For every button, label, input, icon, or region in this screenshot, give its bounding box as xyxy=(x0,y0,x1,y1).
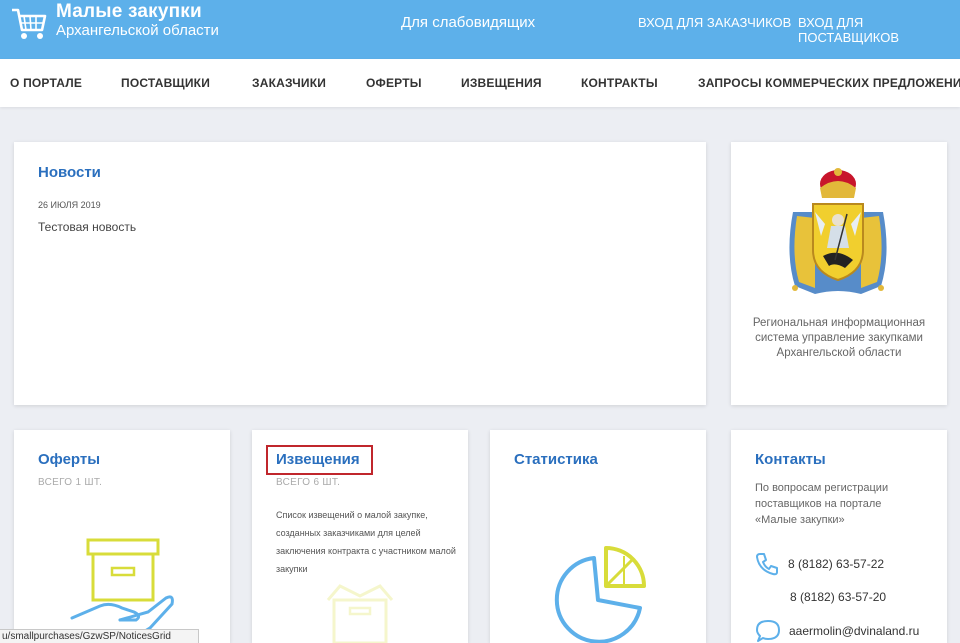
phone-number-2[interactable]: 8 (8182) 63-57-20 xyxy=(790,590,886,604)
nav-item-contracts[interactable]: КОНТРАКТЫ xyxy=(581,76,658,90)
nav-item-about[interactable]: О ПОРТАЛЕ xyxy=(10,76,82,90)
accessibility-link[interactable]: Для слабовидящих xyxy=(401,14,535,31)
supplier-login-link[interactable]: ВХОД ДЛЯ ПОСТАВЩИКОВ xyxy=(798,15,960,45)
customer-login-link[interactable]: ВХОД ДЛЯ ЗАКАЗЧИКОВ xyxy=(638,15,791,30)
offers-title[interactable]: Оферты xyxy=(38,451,100,468)
notices-count: ВСЕГО 6 ШТ. xyxy=(276,477,341,488)
notices-description: Список извещений о малой закупке, создан… xyxy=(276,510,456,574)
contacts-title[interactable]: Контакты xyxy=(755,451,826,468)
main-nav: О ПОРТАЛЕ ПОСТАВЩИКИ ЗАКАЗЧИКИ ОФЕРТЫ ИЗ… xyxy=(0,59,960,107)
news-title[interactable]: Новости xyxy=(38,164,101,181)
shopping-cart-icon[interactable] xyxy=(10,4,48,42)
notices-title[interactable]: Извещения xyxy=(276,451,360,468)
contacts-card: Контакты По вопросам регистрации поставщ… xyxy=(731,430,947,643)
news-card: Новости 26 ИЮЛЯ 2019 Тестовая новость xyxy=(14,142,706,405)
statistics-title[interactable]: Статистика xyxy=(514,451,598,468)
news-date: 26 ИЮЛЯ 2019 xyxy=(38,200,101,210)
offers-count: ВСЕГО 1 ШТ. xyxy=(38,477,103,488)
nav-item-notices[interactable]: ИЗВЕЩЕНИЯ xyxy=(461,76,542,90)
contacts-description: По вопросам регистрации поставщиков на п… xyxy=(755,482,889,526)
site-subtitle[interactable]: Архангельской области xyxy=(56,22,219,39)
phone-icon xyxy=(756,553,778,576)
browser-status-url: u/smallpurchases/GzwSP/NoticesGrid xyxy=(0,629,199,643)
notices-card[interactable]: Извещения ВСЕГО 6 ШТ. Список извещений о… xyxy=(252,430,468,643)
open-box-icon xyxy=(326,584,394,643)
phone-number-1[interactable]: 8 (8182) 63-57-22 xyxy=(788,557,884,571)
coat-of-arms-emblem xyxy=(789,168,887,294)
pie-chart-icon xyxy=(554,546,646,643)
news-item-link[interactable]: Тестовая новость xyxy=(38,220,136,234)
region-description: Региональная информационная система упра… xyxy=(752,317,926,359)
site-title[interactable]: Малые закупки xyxy=(56,1,202,23)
chat-bubble-icon xyxy=(756,620,780,642)
box-in-hand-icon xyxy=(70,538,174,636)
nav-item-suppliers[interactable]: ПОСТАВЩИКИ xyxy=(121,76,210,90)
contact-email-link[interactable]: aaermolin@dvinaland.ru xyxy=(789,624,919,638)
region-card: Региональная информационная система упра… xyxy=(731,142,947,405)
statistics-card[interactable]: Статистика xyxy=(490,430,706,643)
nav-item-offers[interactable]: ОФЕРТЫ xyxy=(366,76,422,90)
nav-item-commercial-requests[interactable]: ЗАПРОСЫ КОММЕРЧЕСКИХ ПРЕДЛОЖЕНИЙ xyxy=(698,76,960,90)
nav-item-customers[interactable]: ЗАКАЗЧИКИ xyxy=(252,76,326,90)
offers-card[interactable]: Оферты ВСЕГО 1 ШТ. xyxy=(14,430,230,643)
top-header: Малые закупки Архангельской области Для … xyxy=(0,0,960,59)
